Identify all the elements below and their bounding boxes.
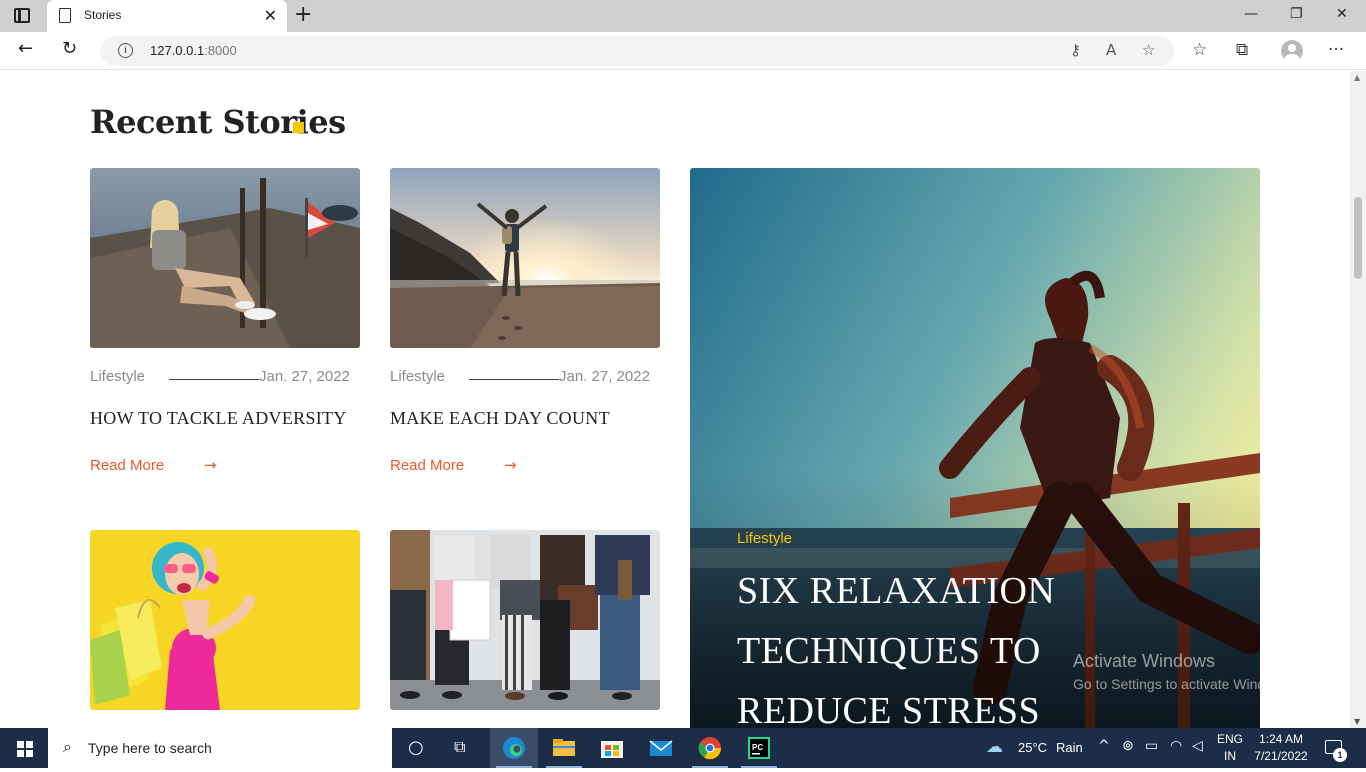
- card-date: Jan. 27, 2022: [559, 368, 650, 385]
- featured-title[interactable]: SIX RELAXATION TECHNIQUES TO REDUCE STRE…: [737, 561, 1097, 728]
- story-image-beach[interactable]: [390, 168, 660, 348]
- tab-actions-icon[interactable]: [14, 8, 30, 23]
- close-window-icon[interactable]: ✕: [1336, 6, 1348, 22]
- read-more-link[interactable]: Read More: [390, 457, 464, 474]
- chrome-icon[interactable]: [686, 728, 734, 768]
- story-image-pier[interactable]: [90, 168, 360, 348]
- card-date: Jan. 27, 2022: [259, 368, 350, 385]
- page-viewport: Recent Stories Lifestyle Jan. 27, 2022 H…: [0, 71, 1350, 728]
- weather-temp[interactable]: 25°C: [1018, 740, 1047, 755]
- meta-divider: [469, 379, 559, 380]
- section-title: Recent Stories: [90, 103, 346, 141]
- notification-badge: 1: [1333, 748, 1347, 762]
- pycharm-icon[interactable]: PC: [735, 728, 783, 768]
- page-icon: [59, 8, 71, 23]
- input-language[interactable]: ENG IN: [1216, 731, 1244, 765]
- scroll-up-icon[interactable]: ▲: [1354, 73, 1360, 82]
- battery-icon[interactable]: ▭: [1145, 738, 1158, 754]
- back-icon[interactable]: ←: [18, 38, 33, 59]
- refresh-icon[interactable]: ↻: [62, 38, 77, 59]
- arrow-right-icon[interactable]: →: [204, 456, 217, 474]
- title-accent-dot: [293, 122, 304, 133]
- favorites-icon[interactable]: ☆: [1192, 40, 1207, 60]
- profile-avatar[interactable]: [1281, 40, 1303, 62]
- browser-tab-bar: Stories ✕ + — ❐ ✕: [0, 0, 1366, 32]
- scroll-down-icon[interactable]: ▼: [1354, 717, 1360, 726]
- card-category[interactable]: Lifestyle: [90, 368, 145, 385]
- windows-start-icon[interactable]: [17, 741, 33, 757]
- card-title[interactable]: MAKE EACH DAY COUNT: [390, 408, 610, 429]
- weather-text[interactable]: Rain: [1056, 740, 1083, 755]
- activation-watermark-title: Activate Windows: [1073, 651, 1216, 671]
- wifi-icon[interactable]: ◠: [1170, 738, 1182, 754]
- microsoft-store-icon[interactable]: [588, 728, 636, 768]
- taskbar: ⌕ Type here to search ○ ⧉ PC ☁ 25°C Rain…: [0, 728, 1366, 768]
- address-bar: ← ↻ i 127.0.0.1:8000 ⚷ A ☆ ☆ ⧉ ···: [0, 32, 1366, 70]
- url-field[interactable]: i 127.0.0.1:8000 ⚷ A ☆: [100, 36, 1174, 66]
- story-image-shopping-woman[interactable]: [90, 530, 360, 710]
- edge-taskbar-icon[interactable]: [490, 728, 538, 768]
- story-image-shopping-group[interactable]: [390, 530, 660, 710]
- cortana-icon[interactable]: ○: [408, 737, 424, 758]
- minimize-icon[interactable]: —: [1244, 6, 1258, 22]
- arrow-right-icon[interactable]: →: [504, 456, 517, 474]
- meta-divider: [169, 379, 259, 380]
- site-info-icon[interactable]: i: [118, 43, 133, 58]
- more-menu-icon[interactable]: ···: [1328, 40, 1344, 60]
- search-icon: ⌕: [63, 737, 72, 756]
- page-scrollbar[interactable]: ▲ ▼: [1350, 71, 1366, 728]
- card-category[interactable]: Lifestyle: [390, 368, 445, 385]
- key-icon[interactable]: ⚷: [1070, 41, 1081, 59]
- add-favorite-icon[interactable]: ☆: [1142, 41, 1155, 59]
- read-aloud-icon[interactable]: A: [1106, 41, 1116, 59]
- activation-watermark-subtitle: Go to Settings to activate Windows.: [1073, 676, 1294, 692]
- restore-icon[interactable]: ❐: [1290, 6, 1303, 22]
- file-explorer-icon[interactable]: [540, 728, 588, 768]
- taskbar-search[interactable]: ⌕ Type here to search: [48, 728, 392, 768]
- url-text: 127.0.0.1:8000: [150, 43, 237, 58]
- browser-tab[interactable]: Stories ✕: [47, 0, 287, 32]
- volume-icon[interactable]: ◁: [1192, 738, 1203, 754]
- weather-icon[interactable]: ☁: [986, 737, 1003, 757]
- meet-now-icon[interactable]: ⊚: [1122, 738, 1134, 754]
- read-more-link[interactable]: Read More: [90, 457, 164, 474]
- featured-category[interactable]: Lifestyle: [737, 530, 792, 547]
- new-tab-icon[interactable]: +: [294, 2, 312, 27]
- mail-icon[interactable]: [637, 728, 685, 768]
- scroll-thumb[interactable]: [1354, 197, 1362, 279]
- tab-title: Stories: [84, 8, 122, 22]
- collections-icon[interactable]: ⧉: [1236, 40, 1248, 60]
- svg-text:PC: PC: [752, 743, 763, 752]
- show-hidden-icons[interactable]: ^: [1098, 738, 1110, 754]
- close-tab-icon[interactable]: ✕: [264, 6, 277, 25]
- search-placeholder: Type here to search: [88, 740, 212, 756]
- card-title[interactable]: HOW TO TACKLE ADVERSITY: [90, 408, 347, 429]
- task-view-icon[interactable]: ⧉: [454, 737, 465, 757]
- clock[interactable]: 1:24 AM 7/21/2022: [1251, 731, 1311, 765]
